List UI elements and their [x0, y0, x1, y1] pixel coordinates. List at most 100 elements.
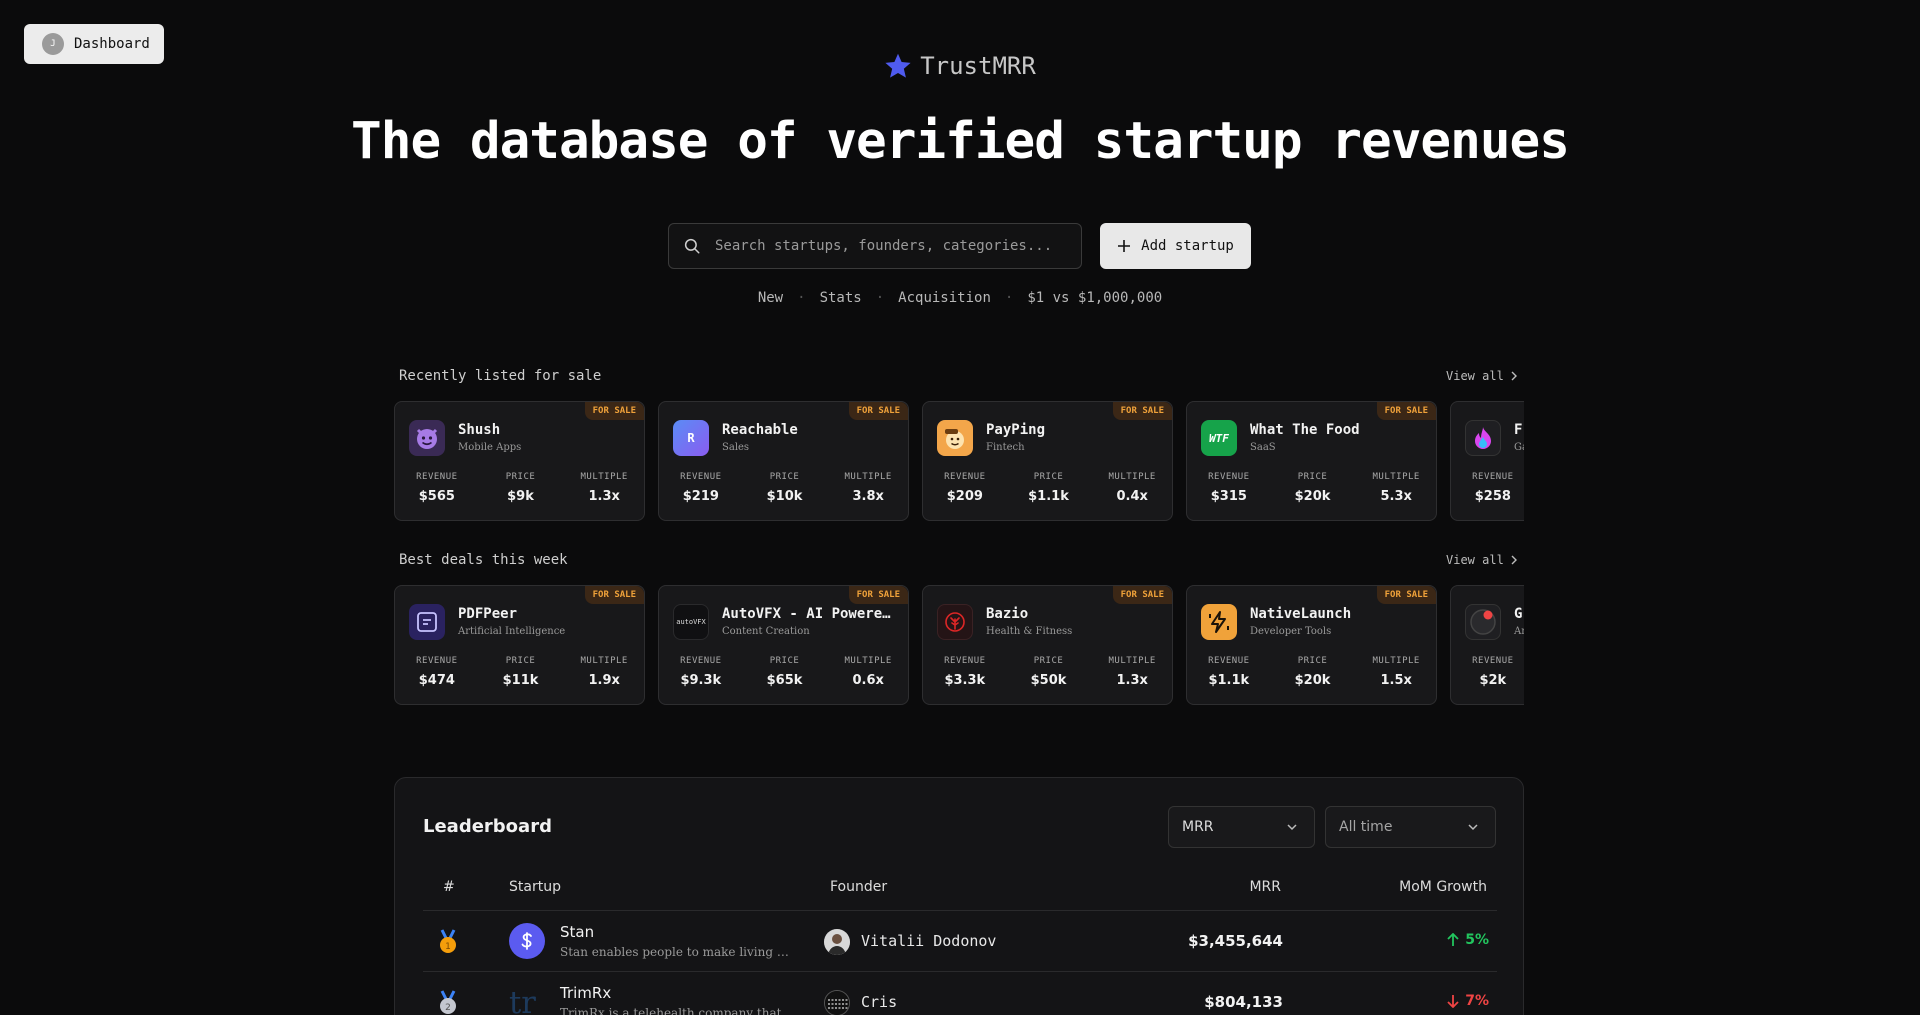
dollar-icon	[509, 923, 545, 959]
link-acquisition[interactable]: Acquisition	[898, 290, 991, 306]
revenue-label: REVENUE	[680, 656, 722, 666]
arrow-down-icon	[1447, 995, 1459, 1008]
revenue-label: REVENUE	[944, 472, 986, 482]
column-header-mom-growth[interactable]: MoM Growth	[1399, 879, 1487, 895]
listing-card[interactable]: FOR SALE WTF What The Food SaaS REVENUE $…	[1186, 401, 1437, 521]
brand[interactable]: TrustMRR	[0, 52, 1920, 80]
revenue-value: $258	[1474, 489, 1511, 504]
card-metrics: REVENUE $209 PRICE $1.1k MULTIPLE 0.4x	[923, 472, 1174, 504]
devil-emoji-icon	[409, 420, 445, 456]
listing-card[interactable]: FOR SALE autoVFX AutoVFX - AI Powered… C…	[658, 585, 909, 705]
svg-text:2: 2	[445, 1003, 451, 1013]
card-metrics: REVENUE $9.3k PRICE $65k MULTIPLE 0.6x	[659, 656, 910, 688]
for-sale-badge: FOR SALE	[1112, 586, 1172, 604]
price-value: $1.1k	[1028, 489, 1069, 504]
price-label: PRICE	[1297, 656, 1328, 666]
lightning-icon	[1201, 604, 1237, 640]
revenue-label: REVENUE	[680, 472, 722, 482]
founder-name: Cris	[861, 993, 898, 1011]
for-sale-badge: FOR SALE	[848, 586, 908, 604]
gold-medal-icon: 1	[440, 929, 456, 953]
dashboard-label: Dashboard	[74, 36, 150, 52]
metric-select-value: MRR	[1182, 819, 1214, 835]
card-name: Bazio	[986, 606, 1029, 622]
revenue-label: REVENUE	[416, 656, 458, 666]
brand-name: TrustMRR	[920, 52, 1036, 80]
price-label: PRICE	[1033, 472, 1064, 482]
card-category: Health & Fitness	[986, 626, 1073, 637]
listing-card[interactable]: G Ar REVENUE $2k	[1450, 585, 1524, 705]
card-metrics: REVENUE $474 PRICE $11k MULTIPLE 1.9x	[395, 656, 646, 688]
add-startup-button[interactable]: Add startup	[1100, 223, 1251, 269]
link-1-vs-1m[interactable]: $1 vs $1,000,000	[1027, 290, 1162, 306]
recent-view-all-link[interactable]: View all	[1446, 369, 1518, 383]
period-select[interactable]: All time	[1325, 806, 1496, 848]
revenue-value: $9.3k	[680, 673, 722, 688]
card-category: Artificial Intelligence	[458, 626, 566, 637]
search-bar[interactable]	[668, 223, 1082, 269]
recent-cards-row: FOR SALE Shush Mobile Apps REVENUE $565 P…	[394, 401, 1524, 523]
record-icon	[1465, 604, 1501, 640]
listing-card[interactable]: FOR SALE Shush Mobile Apps REVENUE $565 P…	[394, 401, 645, 521]
separator-dot: ·	[797, 290, 806, 306]
revenue-value: $1.1k	[1208, 673, 1250, 688]
chevron-right-icon	[1511, 371, 1517, 381]
card-category: Developer Tools	[1250, 626, 1332, 637]
card-category: Fintech	[986, 442, 1025, 453]
search-input[interactable]	[715, 238, 1055, 254]
chevron-down-icon	[1468, 824, 1478, 831]
price-value: $50k	[1030, 673, 1067, 688]
founder-avatar	[824, 990, 850, 1015]
card-category: SaaS	[1250, 442, 1276, 453]
page-title: The database of verified startup revenue…	[351, 112, 1570, 171]
metric-select[interactable]: MRR	[1168, 806, 1315, 848]
link-new[interactable]: New	[758, 290, 783, 306]
card-name: Shush	[458, 422, 501, 438]
recent-section-title: Recently listed for sale	[399, 368, 602, 384]
price-label: PRICE	[1297, 472, 1328, 482]
svg-text:tr: tr	[509, 986, 536, 1015]
listing-card[interactable]: FOR SALE Bazio Health & Fitness REVENUE $…	[922, 585, 1173, 705]
search-icon	[684, 238, 700, 254]
card-metrics: REVENUE $2k	[1451, 656, 1524, 688]
listing-card[interactable]: FOR SALE R Reachable Sales REVENUE $219 P…	[658, 401, 909, 521]
for-sale-badge: FOR SALE	[584, 586, 644, 604]
card-category: Content Creation	[722, 626, 810, 637]
listing-card[interactable]: F Ga REVENUE $258	[1450, 401, 1524, 521]
mrr-value: $804,133	[1204, 993, 1283, 1011]
autovfx-logo: autoVFX	[673, 604, 709, 640]
listing-card[interactable]: FOR SALE PDFPeer Artificial Intelligence…	[394, 585, 645, 705]
price-value: $65k	[766, 673, 803, 688]
add-startup-label: Add startup	[1141, 238, 1234, 254]
card-name: PDFPeer	[458, 606, 518, 622]
price-label: PRICE	[769, 472, 800, 482]
star-icon	[885, 53, 911, 78]
table-row[interactable]: 1 Stan Stan enables people to make livin…	[423, 911, 1497, 971]
saluting-face-icon	[937, 420, 973, 456]
growth-percent: 7%	[1465, 993, 1489, 1009]
column-header-founder: Founder	[830, 879, 888, 895]
card-category: Ar	[1514, 626, 1524, 637]
price-value: $20k	[1294, 489, 1331, 504]
card-name: F	[1514, 422, 1523, 438]
quick-links: New · Stats · Acquisition · $1 vs $1,000…	[0, 290, 1920, 306]
listing-card[interactable]: FOR SALE PayPing Fintech REVENUE $209 PRI…	[922, 401, 1173, 521]
leaderboard-panel: Leaderboard MRR All time # Startup Found…	[394, 777, 1524, 1015]
deals-view-all-link[interactable]: View all	[1446, 553, 1518, 567]
column-header-startup: Startup	[509, 879, 561, 895]
card-metrics: REVENUE $565 PRICE $9k MULTIPLE 1.3x	[395, 472, 646, 504]
revenue-value: $474	[418, 673, 455, 688]
growth-percent: 5%	[1465, 932, 1489, 948]
card-metrics: REVENUE $1.1k PRICE $20k MULTIPLE 1.5x	[1187, 656, 1438, 688]
revenue-label: REVENUE	[944, 656, 986, 666]
revenue-label: REVENUE	[416, 472, 458, 482]
listing-card[interactable]: FOR SALE NativeLaunch Developer Tools RE…	[1186, 585, 1437, 705]
price-label: PRICE	[769, 656, 800, 666]
svg-text:1: 1	[445, 942, 451, 952]
document-icon	[409, 604, 445, 640]
price-value: $11k	[502, 673, 539, 688]
link-stats[interactable]: Stats	[820, 290, 862, 306]
multiple-label: MULTIPLE	[844, 656, 892, 666]
table-row[interactable]: 2 tr TrimRx TrimRx is a telehealth compa…	[423, 972, 1497, 1015]
column-header-mrr[interactable]: MRR	[1249, 879, 1281, 895]
